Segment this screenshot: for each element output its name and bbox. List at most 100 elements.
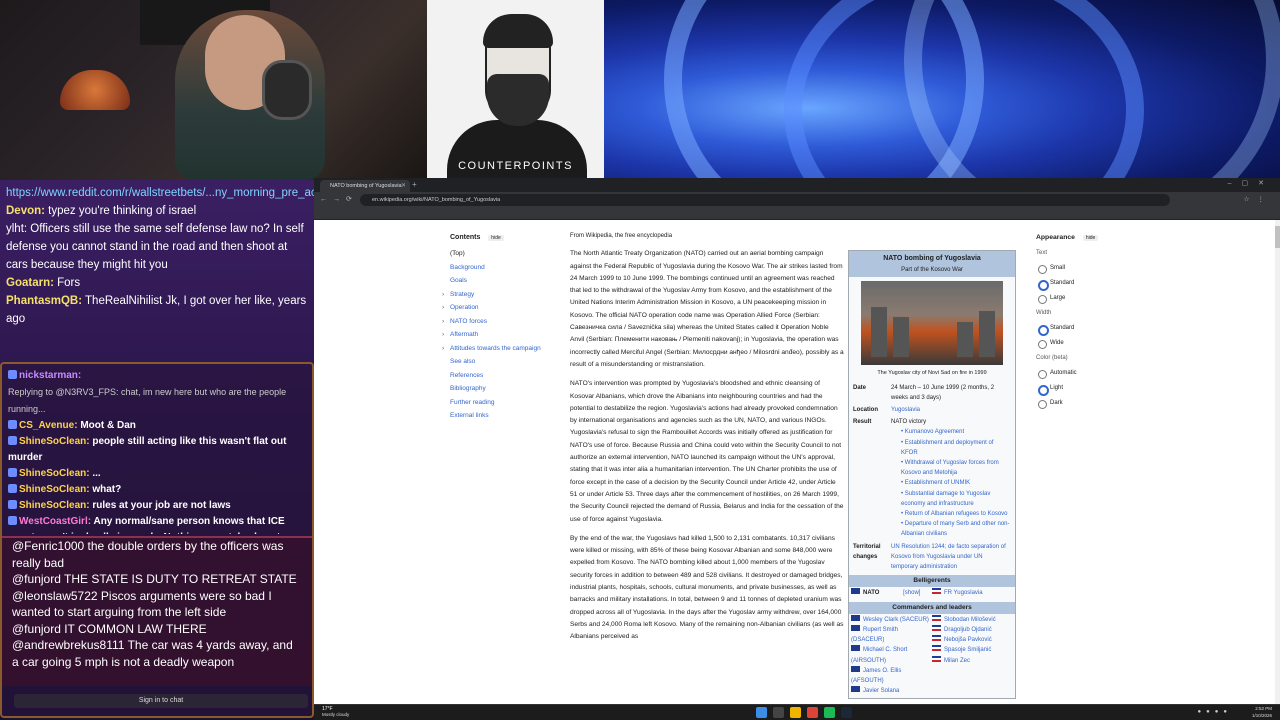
commander[interactable]: Slobodan Milošević [932,614,1013,625]
commander[interactable]: Javier Solana [851,686,932,696]
infobox-key: Result [853,419,872,426]
tab-active[interactable]: NATO bombing of Yugoslavia ✕ [320,180,410,192]
window-controls[interactable]: –▢✕ [1228,179,1274,187]
yugoslavia-flag-icon [932,625,941,632]
appearance-hide-button[interactable]: hide [1082,235,1099,241]
table-of-contents: Contents hide (Top)BackgroundGoalsStrate… [442,234,560,423]
steam-icon[interactable] [841,707,852,718]
youtube-chat-messages: @Fenric1000 the double orders by the off… [2,536,312,686]
radio-option[interactable]: Light [1036,381,1126,396]
url-input[interactable]: en.wikipedia.org/wiki/NATO_bombing_of_Yu… [360,194,1170,206]
chat-username[interactable]: ShineSoClean: [19,500,90,511]
commander[interactable]: Michael C. Short (AIRSOUTH) [851,645,932,665]
scrollbar-thumb[interactable] [1275,226,1280,248]
toc-item[interactable]: Bibliography [450,382,560,396]
infobox-image[interactable] [861,281,1003,366]
badge-icon [8,468,17,477]
toc-item[interactable]: Attitudes towards the campaign [442,342,560,356]
spotify-icon[interactable] [824,707,835,718]
radio-option[interactable]: Large [1036,291,1126,306]
chat-username[interactable]: CS_Avenue: [19,420,78,431]
chat-message: ShineSoClean: what? [8,482,306,498]
chat-username[interactable]: WestCoastGirl: [19,516,91,527]
result-item[interactable]: Substantial damage to Yugoslav economy a… [901,489,1011,509]
belligerent-nato[interactable]: NATO [863,590,879,596]
page-scrollbar[interactable] [1275,220,1280,704]
chat-text: Fors [53,277,81,289]
chat-text: ylht: Officers still use the same self d… [6,223,304,271]
commander[interactable]: Spasoje Smiljanić [932,645,1013,655]
toc-item[interactable]: NATO forces [442,315,560,329]
radio-option[interactable]: Automatic [1036,366,1126,381]
commanders-row: Wesley Clark (SACEUR) Rupert Smith (DSACE… [849,614,1015,698]
infobox-value[interactable]: Yugoslavia [891,405,1011,415]
clock-time: 2:52 PM [1255,706,1272,711]
reply-context: Replying to @N3RV3_FPS: chat, im new her… [8,387,287,414]
toc-item[interactable]: References [450,369,560,383]
clock-date: 1/10/2026 [1251,712,1272,718]
radio-option[interactable]: Standard [1036,276,1126,291]
toc-item[interactable]: See also [450,355,560,369]
chat-link[interactable]: https://www.reddit.com/r/wallstreetbets/… [6,187,314,199]
belligerents-header: Belligerents [849,575,1015,588]
chrome-icon[interactable] [807,707,818,718]
commander[interactable]: James O. Ellis (AFSOUTH) [851,665,932,686]
weather-text: Mostly cloudy [322,712,350,717]
commander[interactable]: Milan Zec [932,655,1013,666]
show-button[interactable]: [show] [903,590,920,596]
commander[interactable]: Rupert Smith (DSACEUR) [851,625,932,645]
file-explorer-icon[interactable] [790,707,801,718]
commander[interactable]: Wesley Clark (SACEUR) [851,614,932,625]
badge-icon [8,436,17,445]
result-item[interactable]: Establishment of UNMIK [901,478,1011,488]
nato-flag-icon [851,645,860,652]
illustration-hair [483,14,553,48]
toc-item[interactable]: External links [450,409,560,423]
result-item[interactable]: Withdrawal of Yugoslav forces from Kosov… [901,458,1011,478]
chat-message: ShineSoClean: rules at your job are not … [8,498,306,514]
chat-message: @andrewbrekus8111 The car was 4 yards aw… [12,638,293,669]
result-item[interactable]: Kumanovo Agreement [901,427,1011,437]
chat-username[interactable]: ShineSoClean: [19,468,90,479]
toc-item[interactable]: (Top) [450,247,560,261]
radio-option[interactable]: Wide [1036,336,1126,351]
sign-in-to-chat-button[interactable]: Sign in to chat [14,694,308,708]
result-item[interactable]: Return of Albanian refugees to Kosovo [901,509,1011,519]
commander[interactable]: Dragoljub Ojdanić [932,625,1013,635]
browser-toolbar-icons[interactable]: ☆⋮ [1244,195,1272,203]
new-tab-icon[interactable]: + [412,180,417,189]
infobox-value[interactable]: UN Resolution 1244; de facto separation … [891,542,1011,573]
result-item[interactable]: Establishment and deployment of KFOR [901,438,1011,458]
clock[interactable]: 2:52 PM 1/10/2026 [1252,706,1272,719]
chat-username[interactable]: Devon: [6,205,45,217]
start-icon[interactable] [756,707,767,718]
chat-username[interactable]: ShineSoClean: [19,484,90,495]
navigation-buttons[interactable]: ←→⟳ [320,195,358,203]
system-tray[interactable]: ●●●● [1198,709,1233,715]
toc-item[interactable]: Background [450,261,560,275]
chat-username[interactable]: ShineSoClean: [19,436,90,447]
toc-item[interactable]: Strategy [442,288,560,302]
address-bar: ←→⟳ en.wikipedia.org/wiki/NATO_bombing_o… [314,192,1280,208]
toc-item[interactable]: Aftermath [442,328,560,342]
microphone [262,60,312,120]
chat-username[interactable]: PhantasmQB: [6,295,82,307]
toc-item[interactable]: Goals [450,274,560,288]
toc-item[interactable]: Further reading [450,396,560,410]
toc-item[interactable]: Operation [442,301,560,315]
belligerent-left: NATO [show] [851,588,932,598]
search-icon[interactable] [773,707,784,718]
color-options: Automatic Light Dark [1036,366,1126,411]
chat-username[interactable]: Goatarn: [6,277,54,289]
text-size-options: Small Standard Large [1036,261,1126,306]
commander[interactable]: Nebojša Pavković [932,635,1013,645]
chat-username[interactable]: nickstarman: [19,370,81,381]
radio-option[interactable]: Dark [1036,396,1126,411]
radio-option[interactable]: Standard [1036,321,1126,336]
toc-hide-button[interactable]: hide [488,235,504,241]
radio-option[interactable]: Small [1036,261,1126,276]
belligerent-yugoslavia[interactable]: FR Yugoslavia [944,590,983,596]
weather-widget[interactable]: 17°F Mostly cloudy [322,706,349,718]
result-item[interactable]: Departure of many Serb and other non-Alb… [901,519,1011,539]
close-tab-icon[interactable]: ✕ [401,180,406,192]
